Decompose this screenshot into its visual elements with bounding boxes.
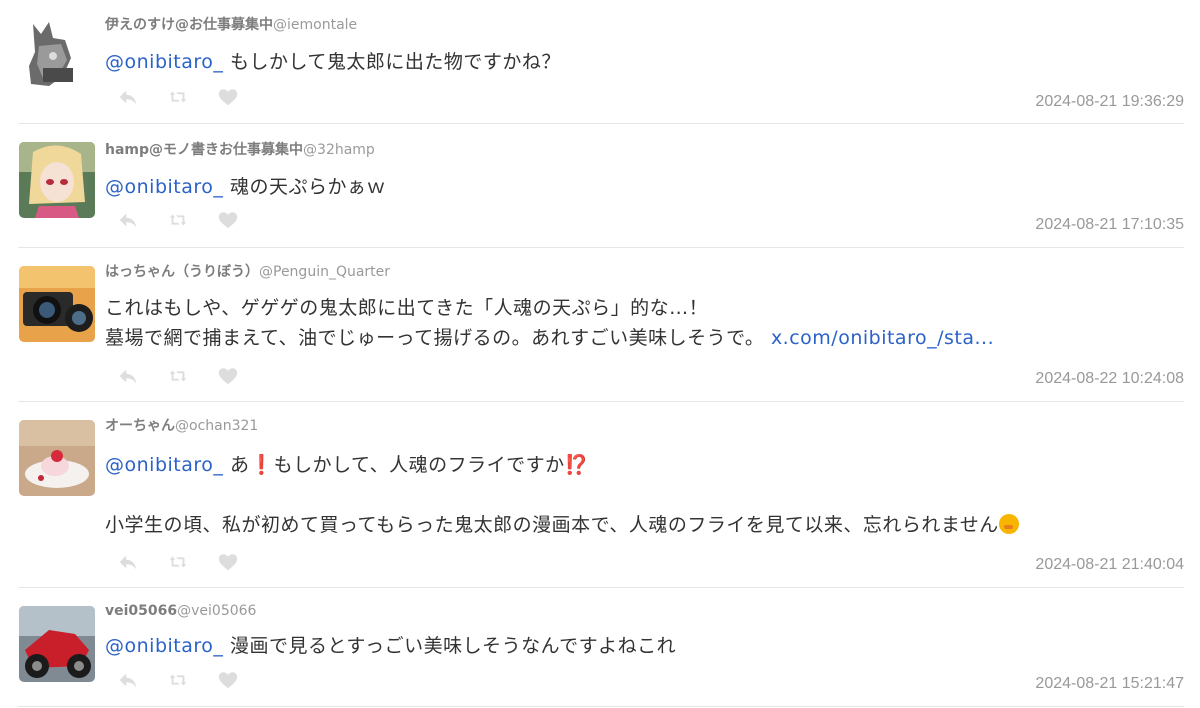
tweet-text-content: もしかして、人魂のフライですか: [273, 454, 565, 476]
tweet-header: vei05066@vei05066: [105, 601, 256, 621]
tweet-text: @onibitaro_ もしかして鬼太郎に出た物ですかね？: [105, 47, 1185, 77]
avatar[interactable]: [19, 606, 95, 682]
avatar[interactable]: [19, 16, 95, 92]
display-name[interactable]: vei05066: [105, 603, 177, 619]
tweet-text: これはもしや、ゲゲゲの鬼太郎に出てきた「人魂の天ぷら」的な…！ 墓場で網で捕まえ…: [105, 293, 1185, 353]
avatar-camera-image: [19, 266, 95, 342]
tweet-timestamp[interactable]: 2024-08-21 19:36:29: [1035, 92, 1184, 112]
tweet-header: 伊えのすけ@お仕事募集中@iemontale: [105, 15, 357, 35]
user-handle[interactable]: @vei05066: [177, 603, 256, 619]
tweet-text-line: 小学生の頃、私が初めて買ってもらった鬼太郎の漫画本で、人魂のフライを見て以来、忘…: [105, 510, 1185, 540]
like-icon[interactable]: [216, 550, 240, 574]
display-name[interactable]: hamp: [105, 142, 149, 158]
user-handle[interactable]: @Penguin_Quarter: [259, 264, 390, 280]
avatar[interactable]: [19, 266, 95, 342]
retweet-icon[interactable]: [166, 668, 190, 692]
avatar[interactable]: [19, 420, 95, 496]
tweet-text-line: @onibitaro_ あ❗もしかして、人魂のフライですか⁉️: [105, 450, 1185, 480]
like-icon[interactable]: [216, 85, 240, 109]
tweet-timestamp[interactable]: 2024-08-21 17:10:35: [1035, 215, 1184, 235]
retweet-icon[interactable]: [166, 364, 190, 388]
display-name-badge: @お仕事募集中: [175, 17, 273, 33]
tweet-text-content: 漫画で見るとすっごい美味しそうなんですよねこれ: [223, 635, 677, 657]
reply-icon[interactable]: [116, 85, 140, 109]
avatar-doll-image: [19, 142, 95, 218]
user-handle[interactable]: @32hamp: [303, 142, 375, 158]
tweet-item: オーちゃん@ochan321 @onibitaro_ あ❗もしかして、人魂のフラ…: [0, 402, 1200, 588]
avatar-cake-image: [19, 420, 95, 496]
tweet-text-content: 魂の天ぷらかぁｗ: [223, 176, 386, 198]
avatar-robot-image: [19, 16, 95, 92]
tweet-timestamp[interactable]: 2024-08-22 10:24:08: [1035, 369, 1184, 389]
retweet-icon[interactable]: [166, 208, 190, 232]
reply-icon[interactable]: [116, 208, 140, 232]
tweet-text-line: これはもしや、ゲゲゲの鬼太郎に出てきた「人魂の天ぷら」的な…！: [105, 297, 709, 319]
tweet-item: はっちゃん（うりぼう）@Penguin_Quarter これはもしや、ゲゲゲの鬼…: [0, 248, 1200, 402]
tweet-feed: 伊えのすけ@お仕事募集中@iemontale @onibitaro_ もしかして…: [0, 0, 1200, 708]
display-name[interactable]: はっちゃん（うりぼう）: [105, 264, 259, 280]
user-handle[interactable]: @iemontale: [273, 17, 357, 33]
tweet-actions: [116, 364, 240, 388]
mention-link[interactable]: @onibitaro_: [105, 454, 223, 476]
reply-icon[interactable]: [116, 364, 140, 388]
like-icon[interactable]: [216, 208, 240, 232]
tweet-header: オーちゃん@ochan321: [105, 416, 258, 436]
smiling-face-emoji-icon: [998, 514, 1019, 534]
retweet-icon[interactable]: [166, 550, 190, 574]
tweet-text: @onibitaro_ 魂の天ぷらかぁｗ: [105, 172, 1185, 202]
interrobang-emoji: ⁉️: [564, 454, 589, 476]
tweet-actions: [116, 85, 240, 109]
tweet-text-content: もしかして鬼太郎に出た物ですかね？: [223, 51, 561, 73]
tweet-header: はっちゃん（うりぼう）@Penguin_Quarter: [105, 262, 390, 282]
tweet-text-line: 墓場で網で捕まえて、油でじゅーって揚げるの。あれすごい美味しそうで。 x.com…: [105, 323, 1185, 353]
tweet-link[interactable]: x.com/onibitaro_/sta...: [771, 327, 994, 349]
retweet-icon[interactable]: [166, 85, 190, 109]
like-icon[interactable]: [216, 364, 240, 388]
tweet-text: @onibitaro_ あ❗もしかして、人魂のフライですか⁉️ 小学生の頃、私が…: [105, 450, 1185, 540]
tweet-item: vei05066@vei05066 @onibitaro_ 漫画で見るとすっごい…: [0, 588, 1200, 708]
reply-icon[interactable]: [116, 550, 140, 574]
avatar[interactable]: [19, 142, 95, 218]
display-name-badge: @モノ書きお仕事募集中: [149, 142, 304, 158]
tweet-timestamp[interactable]: 2024-08-21 21:40:04: [1035, 555, 1184, 575]
tweet-actions: [116, 208, 240, 232]
tweet-text-content: 墓場で網で捕まえて、油でじゅーって揚げるの。あれすごい美味しそうで。: [105, 327, 771, 349]
mention-link[interactable]: @onibitaro_: [105, 51, 223, 73]
tweet-header: hamp@モノ書きお仕事募集中@32hamp: [105, 140, 375, 160]
exclamation-emoji: ❗: [249, 454, 274, 476]
tweet-text-content: 小学生の頃、私が初めて買ってもらった鬼太郎の漫画本で、人魂のフライを見て以来、忘…: [105, 514, 999, 536]
tweet-text-content: あ: [223, 454, 250, 476]
user-handle[interactable]: @ochan321: [175, 418, 258, 434]
divider: [18, 706, 1184, 707]
mention-link[interactable]: @onibitaro_: [105, 176, 223, 198]
display-name[interactable]: オーちゃん: [105, 418, 175, 434]
tweet-actions: [116, 668, 240, 692]
tweet-item: hamp@モノ書きお仕事募集中@32hamp @onibitaro_ 魂の天ぷら…: [0, 124, 1200, 248]
tweet-timestamp[interactable]: 2024-08-21 15:21:47: [1035, 674, 1184, 694]
avatar-motorcycle-image: [19, 606, 95, 682]
display-name[interactable]: 伊えのすけ: [105, 17, 175, 33]
like-icon[interactable]: [216, 668, 240, 692]
tweet-text: @onibitaro_ 漫画で見るとすっごい美味しそうなんですよねこれ: [105, 631, 1185, 661]
mention-link[interactable]: @onibitaro_: [105, 635, 223, 657]
tweet-item: 伊えのすけ@お仕事募集中@iemontale @onibitaro_ もしかして…: [0, 0, 1200, 124]
tweet-actions: [116, 550, 240, 574]
reply-icon[interactable]: [116, 668, 140, 692]
